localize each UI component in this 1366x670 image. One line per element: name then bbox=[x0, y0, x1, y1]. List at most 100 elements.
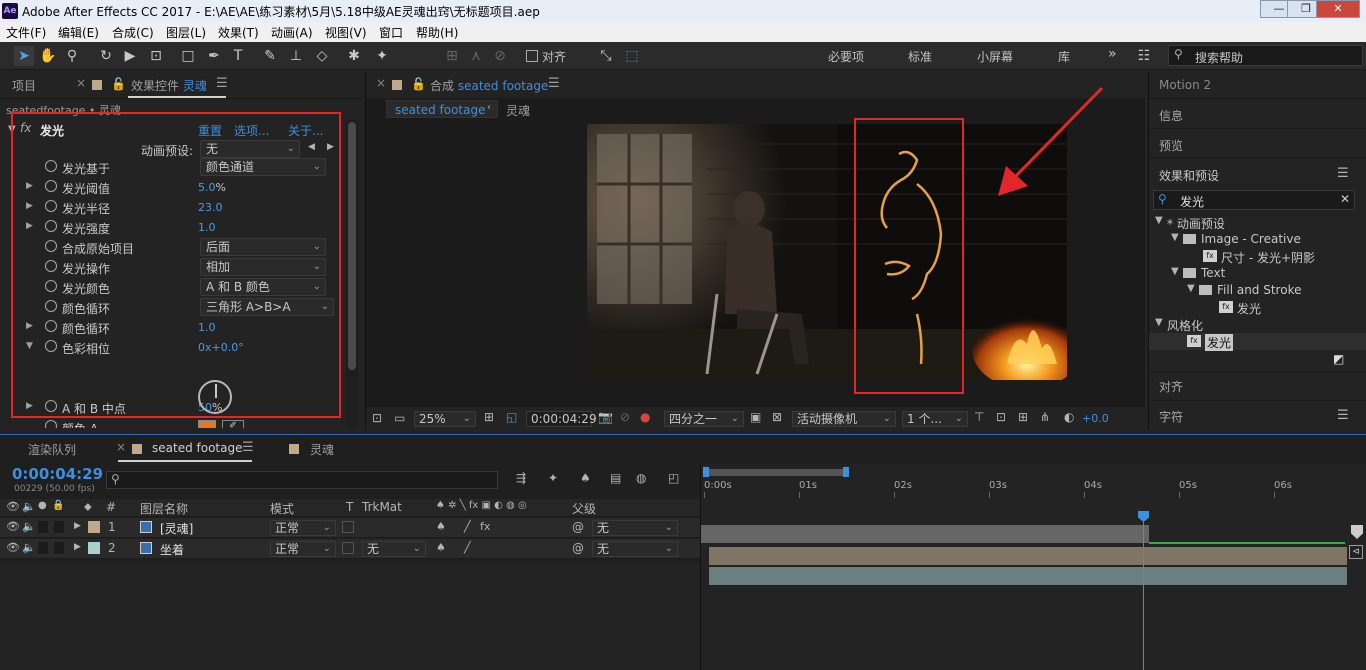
workspace-library[interactable]: 库 bbox=[1058, 48, 1070, 65]
lock-icon[interactable]: 🔓 bbox=[111, 77, 126, 91]
shy-switch-icon[interactable]: ♠ bbox=[436, 541, 446, 554]
snapshot-icon[interactable]: 📷 bbox=[598, 410, 613, 424]
scrollbar[interactable] bbox=[346, 120, 358, 428]
roto-brush-tool-icon[interactable]: ✱ bbox=[344, 46, 364, 66]
tab-composition[interactable]: 合成 seated footage bbox=[430, 77, 548, 94]
flowchart-icon[interactable]: ⋔ bbox=[1040, 410, 1050, 424]
frame-blending-icon[interactable]: ▤ bbox=[610, 471, 621, 485]
menu-layer[interactable]: 图层(L) bbox=[166, 24, 206, 41]
puppet-pin-tool-icon[interactable]: ✦ bbox=[372, 46, 392, 66]
clone-stamp-tool-icon[interactable]: ⊥ bbox=[286, 46, 306, 66]
transparency-icon[interactable]: ⊠ bbox=[772, 410, 782, 424]
parent-dropdown[interactable]: 无 ⌄ bbox=[592, 541, 678, 557]
panel-menu-icon[interactable]: ☰ bbox=[216, 76, 228, 91]
quality-switch-icon[interactable]: ╱ bbox=[464, 520, 471, 533]
effects-tree-item[interactable]: fx 发光 bbox=[1149, 333, 1366, 351]
shy-layers-icon[interactable]: ♠ bbox=[580, 471, 591, 485]
reset-exposure-icon[interactable]: ⊡ bbox=[996, 410, 1006, 424]
audio-icon[interactable]: 🔈 bbox=[22, 541, 36, 554]
menu-help[interactable]: 帮助(H) bbox=[416, 24, 458, 41]
blend-mode-dropdown[interactable]: 正常 ⌄ bbox=[270, 520, 336, 536]
tree-expand-icon[interactable]: ▼ bbox=[1171, 266, 1179, 277]
brush-tool-icon[interactable]: ✎ bbox=[260, 46, 280, 66]
effects-tree-item[interactable]: ▼ Fill and Stroke bbox=[1149, 282, 1366, 299]
shy-switch-icon[interactable]: ♠ bbox=[436, 520, 446, 533]
menu-window[interactable]: 窗口 bbox=[379, 24, 403, 41]
effects-tree-item[interactable]: fx 发光 bbox=[1149, 299, 1366, 316]
solo-toggle[interactable] bbox=[38, 521, 48, 533]
timeline-panel-menu-icon[interactable]: ☰ bbox=[242, 440, 254, 455]
layer-name-header[interactable]: 图层名称 bbox=[140, 500, 188, 517]
views-dropdown[interactable]: 1 个... ⌄ bbox=[902, 411, 968, 427]
local-axis-icon[interactable]: ⊞ bbox=[442, 46, 462, 66]
layer-name[interactable]: 坐着 bbox=[160, 541, 184, 558]
channel-icon[interactable]: ● bbox=[640, 410, 650, 424]
effects-tree-item[interactable]: ▼ Text bbox=[1149, 265, 1366, 282]
layer-name[interactable]: [灵魂] bbox=[160, 520, 193, 537]
eraser-tool-icon[interactable]: ◇ bbox=[312, 46, 332, 66]
tab-project[interactable]: 项目 bbox=[12, 77, 36, 94]
playhead-handle[interactable] bbox=[1138, 511, 1149, 522]
effects-tree-item[interactable]: ▼ 风格化 bbox=[1149, 316, 1366, 333]
pick-whip-icon[interactable]: @ bbox=[572, 520, 584, 534]
snap-option-icon[interactable]: ⤡ bbox=[596, 46, 616, 66]
pen-tool-icon[interactable]: ✒ bbox=[204, 46, 224, 66]
work-area-navigator[interactable] bbox=[705, 469, 847, 476]
timeline-timecode[interactable]: 0:00:04:29 bbox=[12, 465, 103, 483]
work-area-end-handle[interactable] bbox=[1351, 525, 1363, 539]
comp-subtab-soul[interactable]: 灵魂 bbox=[506, 102, 530, 119]
graph-editor-icon[interactable]: ◰ bbox=[668, 471, 679, 485]
layer-row[interactable]: 👁 🔈 ▶ 1 [灵魂] 正常 ⌄ ♠ ╱ fx @ 无 ⌄ bbox=[0, 518, 700, 538]
comp-lock-icon[interactable]: 🔓 bbox=[411, 77, 426, 91]
region-of-interest-icon[interactable]: ⊞ bbox=[484, 410, 494, 424]
clear-search-icon[interactable]: ✕ bbox=[1340, 192, 1350, 206]
panel-info[interactable]: 信息 bbox=[1159, 107, 1183, 124]
tab-timeline-seated[interactable]: seated footage bbox=[152, 441, 242, 455]
tab-timeline-soul[interactable]: 灵魂 bbox=[310, 441, 334, 458]
show-snapshot-icon[interactable]: ⊘ bbox=[620, 410, 630, 424]
always-preview-icon[interactable]: ⊡ bbox=[372, 411, 382, 425]
rotate-tool-icon[interactable]: ↻ bbox=[96, 46, 116, 66]
exposure-icon[interactable]: ◐ bbox=[1064, 410, 1074, 424]
eye-icon[interactable]: 👁 bbox=[6, 541, 20, 554]
menu-effect[interactable]: 效果(T) bbox=[218, 24, 259, 41]
new-preset-icon[interactable]: ◩ bbox=[1333, 352, 1344, 366]
lock-toggle[interactable] bbox=[54, 521, 64, 533]
close-tab-icon[interactable]: × bbox=[76, 76, 86, 90]
pan-behind-tool-icon[interactable]: ⊡ bbox=[146, 46, 166, 66]
blend-mode-dropdown[interactable]: 正常 ⌄ bbox=[270, 541, 336, 557]
hand-tool-icon[interactable]: ✋ bbox=[38, 46, 58, 66]
toggle-pixel-icon[interactable]: ⊤ bbox=[974, 410, 984, 424]
tree-expand-icon[interactable]: ▼ bbox=[1171, 232, 1179, 243]
comp-subtab-active[interactable]: seated footage ‹ bbox=[386, 100, 498, 118]
color-swatch[interactable] bbox=[198, 420, 216, 428]
effects-tree-item[interactable]: fx 尺寸 - 发光+阴影 bbox=[1149, 248, 1366, 265]
camera-dropdown[interactable]: 活动摄像机 ⌄ bbox=[792, 411, 896, 427]
character-panel-menu-icon[interactable]: ☰ bbox=[1337, 408, 1349, 423]
draft-3d-icon[interactable]: ✦ bbox=[548, 471, 558, 485]
world-axis-icon[interactable]: ⋏ bbox=[466, 46, 486, 66]
comp-panel-menu-icon[interactable]: ☰ bbox=[548, 76, 560, 91]
audio-icon[interactable]: 🔈 bbox=[22, 520, 36, 533]
comp-mini-flowchart-icon[interactable]: ⇶ bbox=[516, 471, 526, 485]
panel-align[interactable]: 对齐 bbox=[1159, 378, 1183, 395]
preserve-transparency-toggle[interactable] bbox=[342, 542, 354, 554]
layer-bar-2[interactable] bbox=[709, 567, 1347, 585]
layer-bar-1[interactable] bbox=[709, 547, 1347, 565]
exposure-value[interactable]: +0.0 bbox=[1082, 412, 1109, 425]
workspace-menu-icon[interactable]: ☷ bbox=[1134, 46, 1154, 66]
panel-preview[interactable]: 预览 bbox=[1159, 137, 1183, 154]
tree-expand-icon[interactable]: ▼ bbox=[1155, 317, 1163, 328]
parent-dropdown[interactable]: 无 ⌄ bbox=[592, 520, 678, 536]
preserve-transparency-toggle[interactable] bbox=[342, 521, 354, 533]
expand-layer-icon[interactable]: ▶ bbox=[74, 521, 81, 531]
timeline-icon[interactable]: ⊞ bbox=[1018, 410, 1028, 424]
workspace-essentials[interactable]: 必要项 bbox=[828, 48, 864, 65]
scrollbar-thumb[interactable] bbox=[348, 122, 356, 370]
view-axis-icon[interactable]: ⊘ bbox=[490, 46, 510, 66]
stopwatch-icon[interactable] bbox=[45, 420, 57, 428]
menu-animation[interactable]: 动画(A) bbox=[271, 24, 313, 41]
zoom-tool-icon[interactable]: ⚲ bbox=[62, 46, 82, 66]
solo-toggle[interactable] bbox=[38, 542, 48, 554]
snap-checkbox[interactable] bbox=[526, 50, 538, 62]
